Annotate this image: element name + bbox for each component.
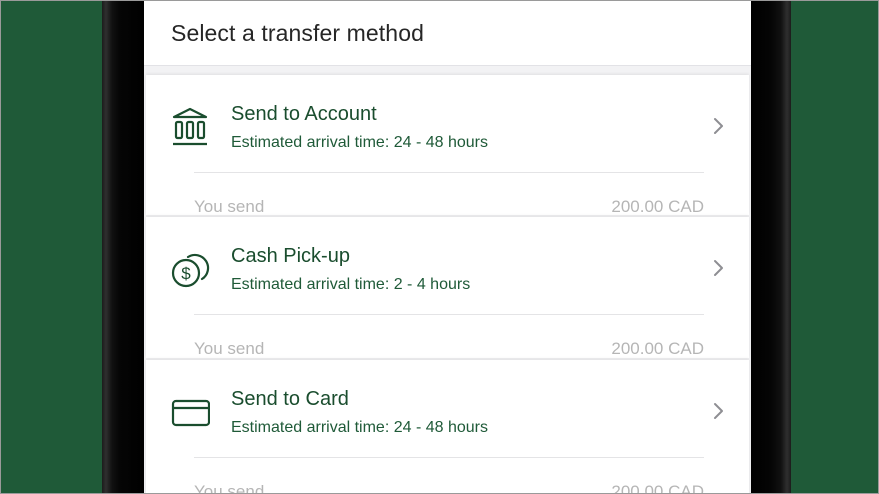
you-send-amount: 200.00 CAD <box>611 197 704 215</box>
transfer-method-send-to-card[interactable]: Send to Card Estimated arrival time: 24 … <box>146 360 749 494</box>
svg-text:$: $ <box>181 264 191 283</box>
cash-coins-icon: $ <box>171 253 210 288</box>
method-title: Cash Pick-up <box>231 245 350 267</box>
divider <box>194 457 704 458</box>
you-send-row: You send 200.00 CAD <box>194 482 704 494</box>
page-title: Select a transfer method <box>171 20 424 46</box>
method-arrival-time: Estimated arrival time: 24 - 48 hours <box>231 134 488 151</box>
method-title: Send to Card <box>231 388 349 410</box>
chevron-right-icon <box>714 403 723 419</box>
you-send-label: You send <box>194 197 265 215</box>
chevron-right-icon <box>714 118 723 134</box>
bank-icon <box>172 107 208 146</box>
method-title: Send to Account <box>231 103 377 125</box>
you-send-label: You send <box>194 339 265 358</box>
you-send-amount: 200.00 CAD <box>611 482 704 494</box>
phone-bezel-right <box>751 1 791 493</box>
method-arrival-time: Estimated arrival time: 2 - 4 hours <box>231 276 471 293</box>
you-send-row: You send 200.00 CAD <box>194 339 704 358</box>
page-header: Select a transfer method <box>144 1 751 66</box>
you-send-amount: 200.00 CAD <box>611 339 704 358</box>
divider <box>194 314 704 315</box>
card-icon <box>171 399 210 427</box>
divider <box>194 172 704 173</box>
you-send-row: You send 200.00 CAD <box>194 197 704 215</box>
chevron-right-icon <box>714 260 723 276</box>
method-arrival-time: Estimated arrival time: 24 - 48 hours <box>231 419 488 436</box>
transfer-method-send-to-account[interactable]: Send to Account Estimated arrival time: … <box>146 75 749 215</box>
transfer-method-cash-pickup[interactable]: $ Cash Pick-up Estimated arrival time: 2… <box>146 217 749 358</box>
you-send-label: You send <box>194 482 265 494</box>
phone-screen: Select a transfer method Send to Account… <box>144 1 751 494</box>
phone-bezel-left <box>102 1 144 493</box>
screenshot-frame: Select a transfer method Send to Account… <box>0 0 879 494</box>
